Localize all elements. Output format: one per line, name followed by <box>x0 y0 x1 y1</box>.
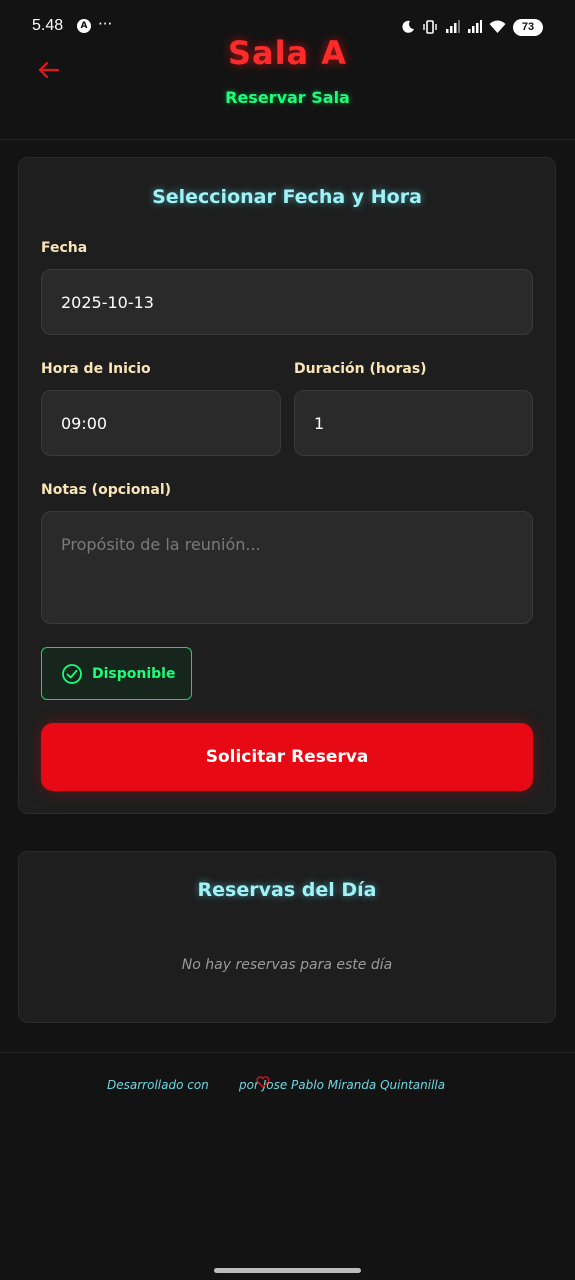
page-subtitle: Reservar Sala <box>225 88 350 107</box>
heart-icon <box>256 1076 270 1088</box>
duration-field[interactable]: 1 <box>294 390 533 456</box>
footer: Desarrollado con por Jose Pablo Miranda … <box>0 1076 575 1096</box>
empty-reservations-message: No hay reservas para este día <box>181 957 393 973</box>
start-time-label: Hora de Inicio <box>41 361 151 377</box>
date-label: Fecha <box>41 240 88 256</box>
footer-prefix: Desarrollado con <box>107 1078 209 1092</box>
reservation-form-card: Seleccionar Fecha y Hora Fecha 2025-10-1… <box>18 157 556 814</box>
footer-divider <box>0 1052 575 1053</box>
availability-badge: Disponible <box>41 647 192 700</box>
form-title: Seleccionar Fecha y Hora <box>152 186 422 208</box>
notes-textarea[interactable]: Propósito de la reunión... <box>41 511 533 624</box>
notes-label: Notas (opcional) <box>41 482 172 498</box>
app-header: Sala A Reservar Sala <box>0 0 575 140</box>
availability-text: Disponible <box>92 665 176 682</box>
request-reservation-button[interactable]: Solicitar Reserva <box>41 723 533 791</box>
day-reservations-title: Reservas del Día <box>197 879 377 901</box>
date-field[interactable]: 2025-10-13 <box>41 269 533 335</box>
check-circle-icon <box>62 663 82 684</box>
start-time-field[interactable]: 09:00 <box>41 390 281 456</box>
home-indicator[interactable] <box>214 1268 361 1273</box>
page-title: Sala A <box>227 34 348 72</box>
day-reservations-card: Reservas del Día No hay reservas para es… <box>18 851 556 1023</box>
duration-label: Duración (horas) <box>294 361 427 377</box>
